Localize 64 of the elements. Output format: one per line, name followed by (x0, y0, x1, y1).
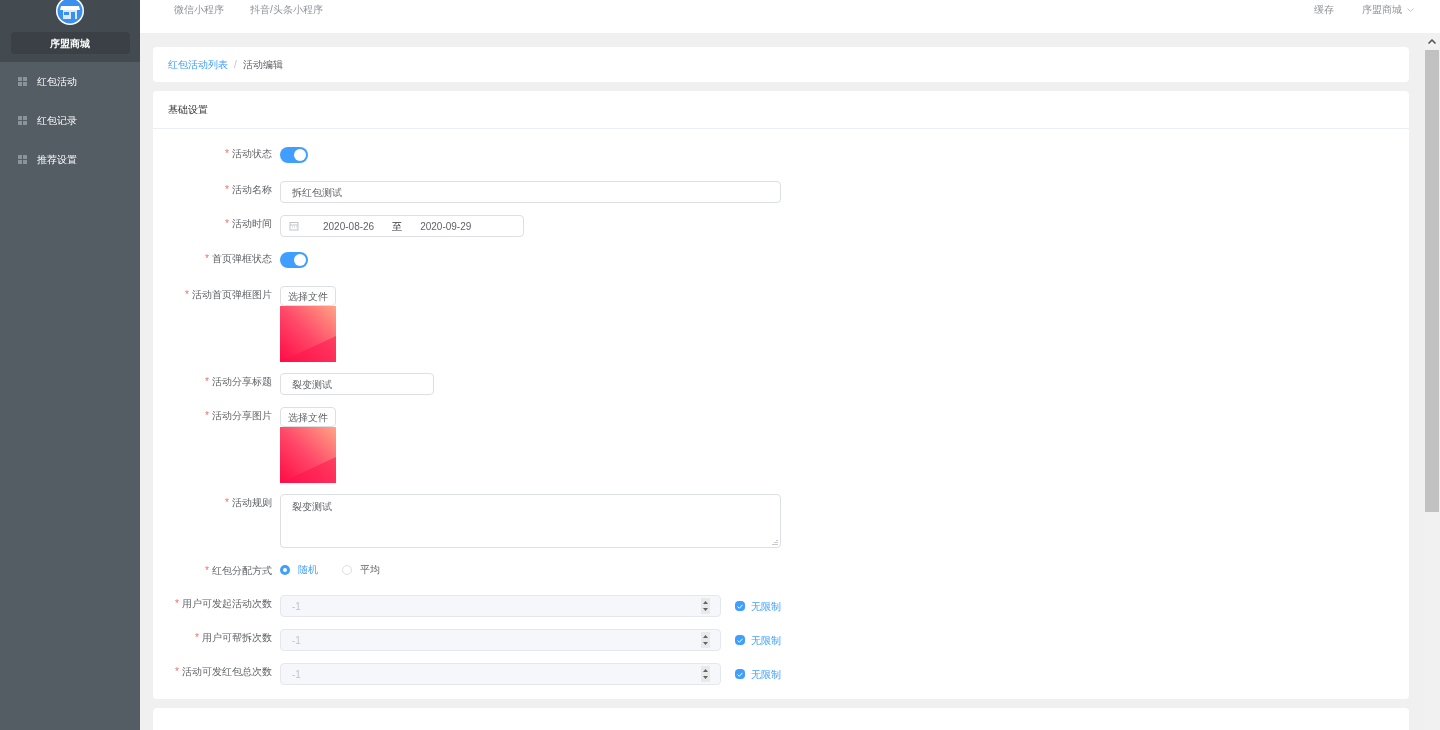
label-text: 活动状态 (232, 148, 272, 159)
end-date: 2020-09-29 (420, 219, 472, 234)
scrollbar-thumb[interactable] (1425, 50, 1439, 512)
required-asterisk: * (205, 376, 209, 387)
required-asterisk: * (175, 598, 179, 609)
spinner-arrows-icon (701, 666, 710, 682)
platform-tab[interactable]: 抖音/头条小程序 (250, 2, 323, 17)
range-separator: 至 (392, 219, 403, 234)
label-text: 用户可发起活动次数 (182, 598, 272, 609)
sidebar-item[interactable]: 推荐设置 (0, 140, 140, 179)
chevron-down-icon (1407, 7, 1414, 12)
label-text: 活动时间 (232, 218, 272, 229)
required-asterisk: * (225, 218, 229, 229)
label-text: 活动可发红包总次数 (182, 666, 272, 677)
grid-icon (18, 77, 27, 86)
platform-tab[interactable]: 微信小程序 (174, 2, 224, 17)
label-text: 活动首页弹框图片 (192, 289, 272, 300)
spinner-arrows-icon (701, 632, 710, 648)
label-text: 活动名称 (232, 184, 272, 195)
card-title: 基础设置 (168, 103, 208, 117)
shop-logo-icon (55, 0, 85, 26)
grid-icon (18, 116, 27, 125)
calendar-icon (289, 221, 299, 231)
textarea-field[interactable]: 裂变测试 (280, 494, 781, 548)
account-menu[interactable]: 序盟商城 (1362, 2, 1414, 17)
breadcrumb-link[interactable]: 红包活动列表 (168, 57, 228, 72)
check-icon (737, 671, 743, 677)
check-icon (737, 637, 743, 643)
breadcrumb-current: 活动编辑 (242, 58, 283, 72)
label-text: 活动分享图片 (212, 410, 272, 421)
radio-option[interactable]: 平均 (342, 562, 380, 577)
required-asterisk: * (225, 148, 229, 159)
required-asterisk: * (225, 184, 229, 195)
required-asterisk: * (225, 497, 229, 508)
choose-file-button[interactable]: 选择文件 (280, 407, 336, 427)
cache-link[interactable]: 缓存 (1314, 2, 1334, 17)
date-range-field[interactable]: 2020-08-26 至 2020-09-29 (280, 215, 524, 237)
required-asterisk: * (185, 289, 189, 300)
grid-icon (18, 155, 27, 164)
shop-name: 序盟商城 (10, 32, 130, 54)
breadcrumb-separator: / (234, 58, 237, 72)
required-asterisk: * (195, 632, 199, 643)
label-text: 首页弹框状态 (212, 253, 272, 264)
required-asterisk: * (205, 410, 209, 421)
radio-option[interactable]: 随机 (280, 562, 318, 577)
text-field[interactable]: 裂变测试 (280, 373, 434, 395)
label-text: 用户可帮拆次数 (202, 632, 272, 643)
label-text: 活动分享标题 (212, 376, 272, 387)
choose-file-button[interactable]: 选择文件 (280, 286, 336, 306)
resize-handle-icon (772, 539, 778, 545)
sidebar-item[interactable]: 红包活动 (0, 62, 140, 101)
required-asterisk: * (175, 666, 179, 677)
check-icon (737, 603, 743, 609)
spinner-arrows-icon (701, 598, 710, 614)
start-date: 2020-08-26 (323, 219, 375, 234)
required-asterisk: * (205, 253, 209, 264)
sidebar-item[interactable]: 红包记录 (0, 101, 140, 140)
text-field[interactable]: 拆红包测试 (280, 181, 781, 203)
toggle-switch[interactable] (280, 252, 308, 268)
label-text: 活动规则 (232, 497, 272, 508)
scroll-up-icon (1428, 39, 1436, 44)
toggle-switch[interactable] (280, 147, 308, 163)
required-asterisk: * (205, 565, 209, 576)
label-text: 红包分配方式 (212, 565, 272, 576)
